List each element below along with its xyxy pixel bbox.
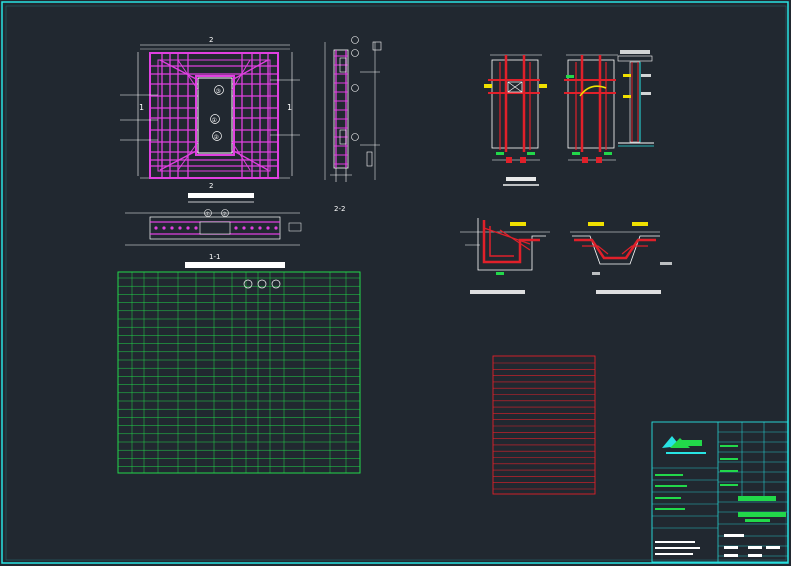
column-detail-right (564, 50, 654, 163)
table-title-bar (185, 262, 285, 268)
rebar-dot (154, 226, 158, 230)
logo-icon (662, 436, 706, 454)
sheet-inner-border (5, 5, 787, 561)
callout-2: ② (214, 134, 220, 141)
section-2-2: 2-2 (324, 36, 382, 213)
section-callout-2: ② (223, 212, 228, 218)
section-mark-1-right: 1 (287, 103, 292, 112)
rebar-dot (242, 226, 246, 230)
rebar-dot (274, 226, 278, 230)
rebar-dot (266, 226, 270, 230)
rebar-dot (170, 226, 174, 230)
section-mark-2-bottom: 2 (209, 182, 213, 190)
column-detail-left (484, 54, 547, 186)
notes-table (492, 355, 596, 495)
plan-title-bar (188, 193, 254, 198)
section-mark-2-top: 2 (209, 36, 213, 44)
rebar-dot (234, 226, 238, 230)
cad-drawing-canvas: 1 1 2 2 ③ ① ② 2-2 ① ② 1-1 (1, 1, 789, 564)
trough-detail-left (460, 218, 550, 294)
rebar-dot (258, 226, 262, 230)
section-1-1: ① ② 1-1 (125, 209, 302, 261)
rebar-dot (162, 226, 166, 230)
section-callout-1: ① (206, 212, 211, 218)
rebar-dot (178, 226, 182, 230)
rebar-dot (250, 226, 254, 230)
callout-3: ③ (216, 88, 221, 95)
rebar-dot (186, 226, 190, 230)
trough-detail-right (570, 222, 672, 294)
sheet-border (1, 1, 789, 564)
title-block (651, 421, 789, 563)
callout-1: ① (212, 117, 217, 124)
plan-view: 1 1 2 2 ③ ① ② (120, 36, 300, 203)
rebar-dot (194, 226, 198, 230)
section-1-1-label: 1-1 (209, 253, 220, 261)
rebar-schedule-table (117, 262, 361, 474)
section-mark-1-left: 1 (139, 103, 144, 112)
section-2-2-label: 2-2 (334, 205, 345, 213)
